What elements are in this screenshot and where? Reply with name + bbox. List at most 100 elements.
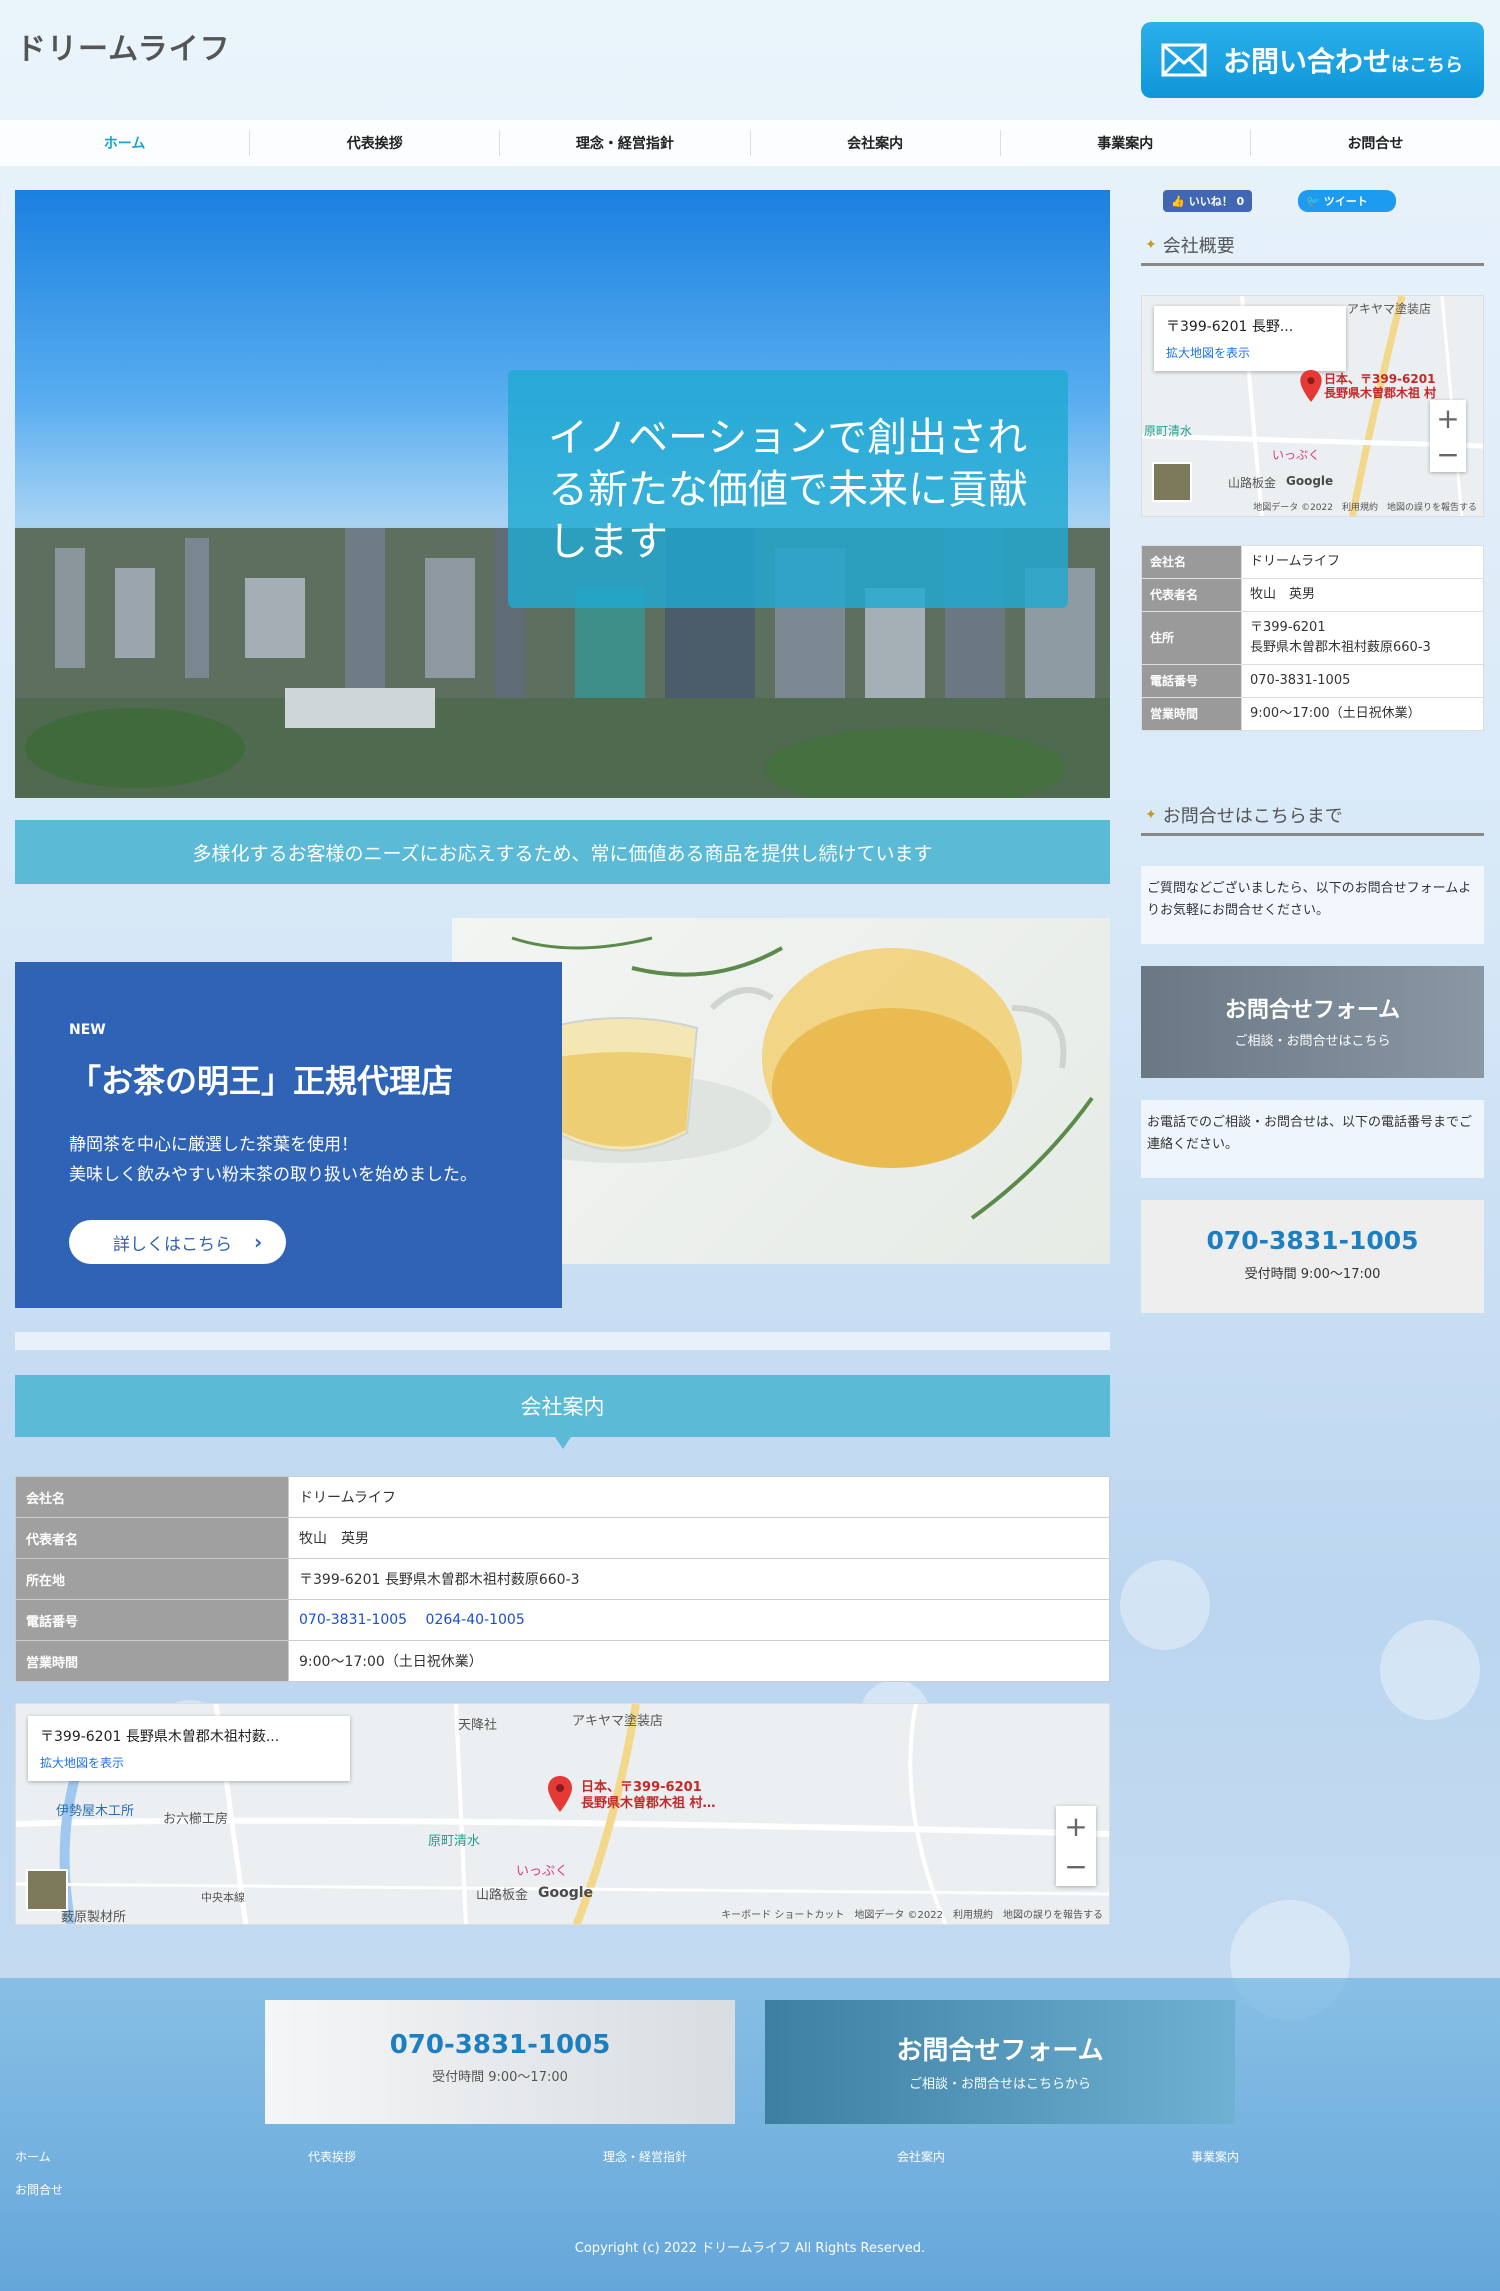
nav-item-business[interactable]: 事業案内 [1001, 130, 1251, 156]
map-enlarge-link[interactable]: 拡大地図を表示 [40, 1754, 338, 1771]
promo-desc-line: 美味しく飲みやすい粉末茶の取り扱いを始めました。 [69, 1165, 477, 1185]
table-row: 営業時間 9:00～17:00（土日祝休業） [15, 1640, 1110, 1682]
tweet-label: ツイート [1323, 195, 1368, 208]
sidebar-company-table: 会社名 ドリームライフ 代表者名 牧山 英男 住所 〒399-6201 長野県木… [1141, 545, 1484, 731]
map-place-label: いっぷく [1272, 448, 1321, 462]
footer-nav-philosophy[interactable]: 理念・経営指針 [603, 2148, 687, 2165]
contact-header-button[interactable]: お問い合わせ はこちら [1141, 22, 1484, 98]
map-place-label: 山路板金 [1228, 476, 1277, 490]
nav-item-greeting[interactable]: 代表挨拶 [250, 130, 501, 156]
map-place-label: いっぷく [516, 1864, 569, 1879]
promo-detail-button[interactable]: 詳しくはこちら › [69, 1220, 287, 1264]
map-pin-label-line: 長野県木曽郡木祖 村… [581, 1796, 716, 1811]
table-row: 代表者名 牧山 英男 [15, 1517, 1110, 1559]
sidebar-phone-text: お電話でのご相談・お問合せは、以下の電話番号までご連絡ください。 [1141, 1100, 1484, 1178]
map-popup-address: 〒399-6201 長野... [1166, 319, 1294, 335]
phone-link[interactable]: 070-3831-1005 [299, 1612, 407, 1628]
footer-form-title: お問合せフォーム [896, 2036, 1104, 2066]
hero-caption: イノベーションで創出される新たな価値で未来に貢献します [508, 370, 1068, 608]
promo-button-label: 詳しくはこちら [113, 1234, 232, 1255]
banner-title: お問合せフォーム [1224, 998, 1401, 1023]
table-row: 電話番号 070-3831-1005 [1141, 664, 1484, 698]
site-header: ドリームライフ お問い合わせ はこちら [0, 0, 1500, 120]
table-value: ドリームライフ [288, 1476, 1110, 1518]
promo-panel: NEW 「お茶の明王」正規代理店 静岡茶を中心に厳選した茶葉を使用！ 美味しく飲… [15, 962, 562, 1308]
table-row: 住所 〒399-6201 長野県木曽郡木祖村薮原660-3 [1141, 611, 1484, 665]
site-logo[interactable]: ドリームライフ [16, 24, 231, 68]
map-zoom-control: + − [1056, 1806, 1096, 1886]
map-place-label: 山路板金 [476, 1888, 529, 1903]
table-value: ドリームライフ [1241, 545, 1484, 579]
section-divider [15, 1332, 1110, 1350]
bird-icon: 🐦 [1306, 194, 1320, 208]
footer-form-subtitle: ご相談・お問合せはこちらから [908, 2077, 1091, 2092]
map-pin-label-line: 日本、〒399-6201 [1324, 372, 1436, 386]
table-value: 9:00～17:00（土日祝休業） [288, 1640, 1110, 1682]
map-enlarge-link[interactable]: 拡大地図を表示 [1166, 344, 1334, 361]
table-label: 会社名 [1141, 545, 1242, 579]
promo-title: 「お茶の明王」正規代理店 [69, 1062, 454, 1100]
global-nav: ホーム 代表挨拶 理念・経営指針 会社案内 事業案内 お問合せ [0, 120, 1500, 166]
contact-form-banner[interactable]: お問合せフォーム ご相談・お問合せはこちら [1141, 966, 1484, 1078]
footer-nav-greeting[interactable]: 代表挨拶 [308, 2148, 356, 2165]
map-attribution: キーボード ショートカット 地図データ ©2022 利用規約 地図の誤りを報告す… [721, 1910, 1103, 1921]
map-attribution: 地図データ ©2022 利用規約 地図の誤りを報告する [1253, 503, 1477, 513]
zoom-in-icon[interactable]: + [1056, 1806, 1096, 1846]
contact-header-label: お問い合わせ [1223, 45, 1392, 78]
map-popup-address: 〒399-6201 長野県木曽郡木祖村薮... [40, 1729, 280, 1745]
google-logo: Google [538, 1885, 594, 1901]
map-pin-icon[interactable] [548, 1776, 572, 1812]
mail-icon [1161, 43, 1207, 77]
map-pin-label: 日本、〒399-6201 長野県木曽郡木祖 村… [581, 1780, 716, 1812]
map-satellite-thumb[interactable] [26, 1869, 68, 1911]
map-pin-label: 日本、〒399-6201 長野県木曽郡木祖 村 [1324, 372, 1436, 400]
contact-header-sublabel: はこちら [1391, 55, 1464, 76]
sparkle-icon: ✦ [1145, 806, 1157, 823]
nav-item-philosophy[interactable]: 理念・経営指針 [500, 130, 751, 156]
promo-description: 静岡茶を中心に厳選した茶葉を使用！ 美味しく飲みやすい粉末茶の取り扱いを始めまし… [69, 1130, 508, 1190]
zoom-out-icon[interactable]: − [1056, 1846, 1096, 1886]
table-label: 電話番号 [15, 1599, 289, 1641]
map-place-label: 薮原製材所 [61, 1910, 127, 1925]
google-logo: Google [1286, 474, 1334, 488]
map-place-label: 伊勢屋木工所 [56, 1804, 135, 1819]
map-satellite-thumb[interactable] [1152, 462, 1192, 502]
sidebar-map[interactable]: 〒399-6201 長野... 拡大地図を表示 日本、〒399-6201 長野県… [1141, 295, 1484, 517]
facebook-like-button[interactable]: 👍 いいね！ 0 [1163, 190, 1253, 212]
zoom-out-icon[interactable]: − [1430, 436, 1466, 472]
footer-nav-home[interactable]: ホーム [15, 2148, 51, 2165]
footer-nav-contact[interactable]: お問合せ [15, 2181, 63, 2198]
sidebar-phone-number[interactable]: 070-3831-1005 [1141, 1226, 1484, 1255]
table-label: 営業時間 [1141, 697, 1242, 731]
phone-link[interactable]: 0264-40-1005 [426, 1612, 525, 1628]
map-place-label: お六櫛工房 [163, 1812, 229, 1827]
table-row: 電話番号 070-3831-1005 0264-40-1005 [15, 1599, 1110, 1641]
footer-tel-banner[interactable]: 070-3831-1005 受付時間 9:00～17:00 [265, 2000, 735, 2124]
map-pin-label-line: 日本、〒399-6201 [581, 1780, 702, 1795]
table-row: 会社名 ドリームライフ [1141, 545, 1484, 579]
sidebar-overview-title: 会社概要 [1162, 235, 1235, 257]
nav-item-company[interactable]: 会社案内 [751, 130, 1001, 156]
table-label: 会社名 [15, 1476, 289, 1518]
table-row: 会社名 ドリームライフ [15, 1476, 1110, 1518]
footer-nav-company[interactable]: 会社案内 [897, 2148, 945, 2165]
nav-item-home[interactable]: ホーム [0, 130, 251, 156]
map-pin-icon[interactable] [1300, 370, 1322, 402]
main-map[interactable]: 〒399-6201 長野県木曽郡木祖村薮... 拡大地図を表示 日本、〒399-… [15, 1703, 1110, 1925]
map-zoom-control: + − [1430, 400, 1466, 472]
company-section-title: 会社案内 [15, 1375, 1110, 1449]
thumbs-up-icon: 👍 [1171, 194, 1185, 208]
sidebar-contact-heading: ✦ お問合せはこちらまで [1141, 796, 1484, 836]
table-value: 〒399-6201 長野県木曽郡木祖村薮原660-3 [288, 1558, 1110, 1600]
nav-item-contact[interactable]: お問合せ [1251, 130, 1500, 156]
hero-image: イノベーションで創出される新たな価値で未来に貢献します [15, 190, 1110, 798]
map-place-label: 原町清水 [1144, 424, 1193, 438]
zoom-in-icon[interactable]: + [1430, 400, 1466, 436]
tweet-button[interactable]: 🐦 ツイート [1298, 190, 1396, 212]
footer-form-banner[interactable]: お問合せフォーム ご相談・お問合せはこちらから [765, 2000, 1235, 2124]
sidebar-phone-hours: 受付時間 9:00～17:00 [1244, 1267, 1381, 1282]
sidebar-contact-title: お問合せはこちらまで [1162, 805, 1343, 827]
map-place-label: アキヤマ塗装店 [1347, 302, 1432, 316]
footer-nav-business[interactable]: 事業案内 [1191, 2148, 1239, 2165]
table-row: 代表者名 牧山 英男 [1141, 578, 1484, 612]
